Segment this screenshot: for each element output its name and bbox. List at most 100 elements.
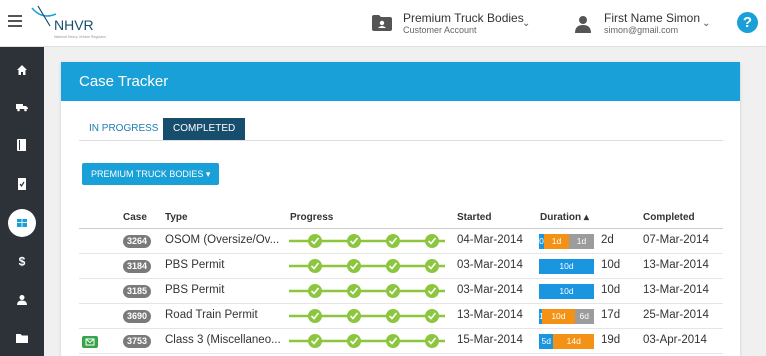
case-number-badge[interactable]: 3185 [123, 285, 152, 298]
check-icon [386, 259, 400, 273]
duration-bar: 5d 14d [539, 334, 594, 349]
account-filter-button[interactable]: PREMIUM TRUCK BODIES ▾ [82, 163, 220, 185]
tab-bar: IN PROGRESS COMPLETED [79, 118, 723, 141]
duration-total: 10d [601, 259, 621, 271]
home-icon [17, 65, 27, 75]
duration-bar: 10d [539, 259, 594, 274]
logo-text: NHVR [54, 17, 94, 33]
started-date: 13-Mar-2014 [457, 309, 523, 321]
table-row[interactable]: 3185 PBS Permit 03-Mar-2014 10d 10d 13-Mar-20… [79, 279, 723, 304]
chevron-down-icon: ⌄ [522, 18, 531, 29]
header-progress[interactable]: Progress [290, 212, 333, 223]
dollar-glyph: $ [19, 255, 26, 267]
document-icon [18, 178, 26, 190]
header-duration[interactable]: Duration ▴ [540, 212, 589, 223]
table-icon [17, 219, 27, 227]
header-type[interactable]: Type [165, 212, 188, 223]
case-table: Case Type Progress Started Duration ▴ Co… [79, 208, 723, 354]
duration-bar: 0 1d 1d [539, 234, 594, 249]
account-name: Premium Truck Bodies [403, 11, 524, 25]
check-icon [308, 259, 322, 273]
account-type: Customer Account [403, 25, 477, 35]
table-body: 3264 OSOM (Oversize/Ov... 04-Mar-2014 0 1d 1d… [79, 229, 723, 354]
check-icon [308, 284, 322, 298]
sidebar-item-home[interactable] [0, 52, 44, 88]
truck-icon [16, 104, 28, 112]
case-type: PBS Permit [165, 284, 225, 296]
started-date: 15-Mar-2014 [457, 334, 523, 346]
case-number-badge[interactable]: 3690 [123, 310, 152, 323]
case-number-badge[interactable]: 3753 [123, 335, 152, 348]
message-icon[interactable] [82, 336, 98, 348]
logo-tagline: National Heavy Vehicle Regulator [54, 35, 107, 39]
table-row[interactable]: 3753 Class 3 (Miscellaneo... 15-Mar-2014 5d… [79, 329, 723, 354]
duration-total: 17d [601, 309, 621, 321]
tab-completed[interactable]: COMPLETED [163, 118, 246, 140]
completed-date: 25-Mar-2014 [643, 309, 709, 321]
nhvr-logo[interactable]: NHVR National Heavy Vehicle Regulator [30, 4, 110, 42]
sidebar-item-documents[interactable] [0, 166, 44, 202]
progress-track [289, 309, 445, 323]
tab-in-progress[interactable]: IN PROGRESS [79, 118, 168, 140]
check-icon [347, 259, 361, 273]
user-icon [575, 16, 591, 33]
duration-segment-orange: 14d [553, 334, 594, 349]
check-icon [425, 284, 439, 298]
sidebar: $ [0, 47, 44, 356]
duration-segment-blue: 10d [539, 284, 594, 299]
header-started[interactable]: Started [457, 212, 491, 223]
account-folder-icon [372, 15, 392, 31]
chevron-down-icon: ⌄ [702, 18, 711, 29]
started-date: 03-Mar-2014 [457, 259, 523, 271]
duration-total: 2d [601, 234, 614, 246]
case-number-badge[interactable]: 3184 [123, 260, 152, 273]
table-row[interactable]: 3690 Road Train Permit 13-Mar-2014 1 10d 6d 17… [79, 304, 723, 329]
table-row[interactable]: 3184 PBS Permit 03-Mar-2014 10d 10d 13-Mar-20… [79, 254, 723, 279]
header-case[interactable]: Case [123, 212, 147, 223]
sidebar-item-case-tracker[interactable] [0, 205, 44, 241]
duration-segment-grey: 1d [569, 234, 594, 249]
check-icon [386, 284, 400, 298]
case-tracker-card: Case Tracker IN PROGRESS COMPLETED PREMI… [61, 62, 740, 356]
user-email: simon@gmail.com [604, 25, 679, 35]
top-bar: NHVR National Heavy Vehicle Regulator Pr… [0, 0, 766, 47]
check-icon [308, 234, 322, 248]
check-icon [347, 284, 361, 298]
check-icon [308, 309, 322, 323]
check-icon [308, 334, 322, 348]
person-icon [17, 295, 27, 305]
active-indicator [8, 209, 36, 237]
menu-icon[interactable] [8, 15, 22, 27]
user-name: First Name Simon [604, 11, 701, 25]
sidebar-item-vehicles[interactable] [0, 89, 44, 125]
case-type: Class 3 (Miscellaneo... [165, 334, 281, 346]
progress-track [289, 259, 445, 273]
check-icon [425, 259, 439, 273]
folder-icon [16, 334, 28, 343]
page-title: Case Tracker [61, 62, 740, 101]
check-icon [347, 309, 361, 323]
progress-track [289, 334, 445, 348]
sidebar-item-profile[interactable] [0, 282, 44, 318]
logo-graphic: NHVR National Heavy Vehicle Regulator [31, 5, 107, 39]
completed-date: 03-Apr-2014 [643, 334, 707, 346]
check-icon [386, 334, 400, 348]
duration-segment-grey: 6d [574, 309, 594, 324]
duration-segment-orange: 1d [544, 234, 569, 249]
dollar-icon: $ [19, 255, 26, 267]
started-date: 03-Mar-2014 [457, 284, 523, 296]
duration-bar: 10d [539, 284, 594, 299]
case-number-badge[interactable]: 3264 [123, 235, 152, 248]
progress-track [289, 284, 445, 298]
sidebar-item-accounts[interactable] [0, 320, 44, 356]
case-type: Road Train Permit [165, 309, 258, 321]
sidebar-item-payments[interactable]: $ [0, 243, 44, 279]
progress-track [289, 234, 445, 248]
table-row[interactable]: 3264 OSOM (Oversize/Ov... 04-Mar-2014 0 1d 1d… [79, 229, 723, 254]
book-icon [17, 139, 26, 151]
header-completed[interactable]: Completed [643, 212, 695, 223]
check-icon [347, 234, 361, 248]
completed-date: 13-Mar-2014 [643, 284, 709, 296]
help-icon[interactable]: ? [737, 12, 758, 33]
sidebar-item-guides[interactable] [0, 127, 44, 163]
